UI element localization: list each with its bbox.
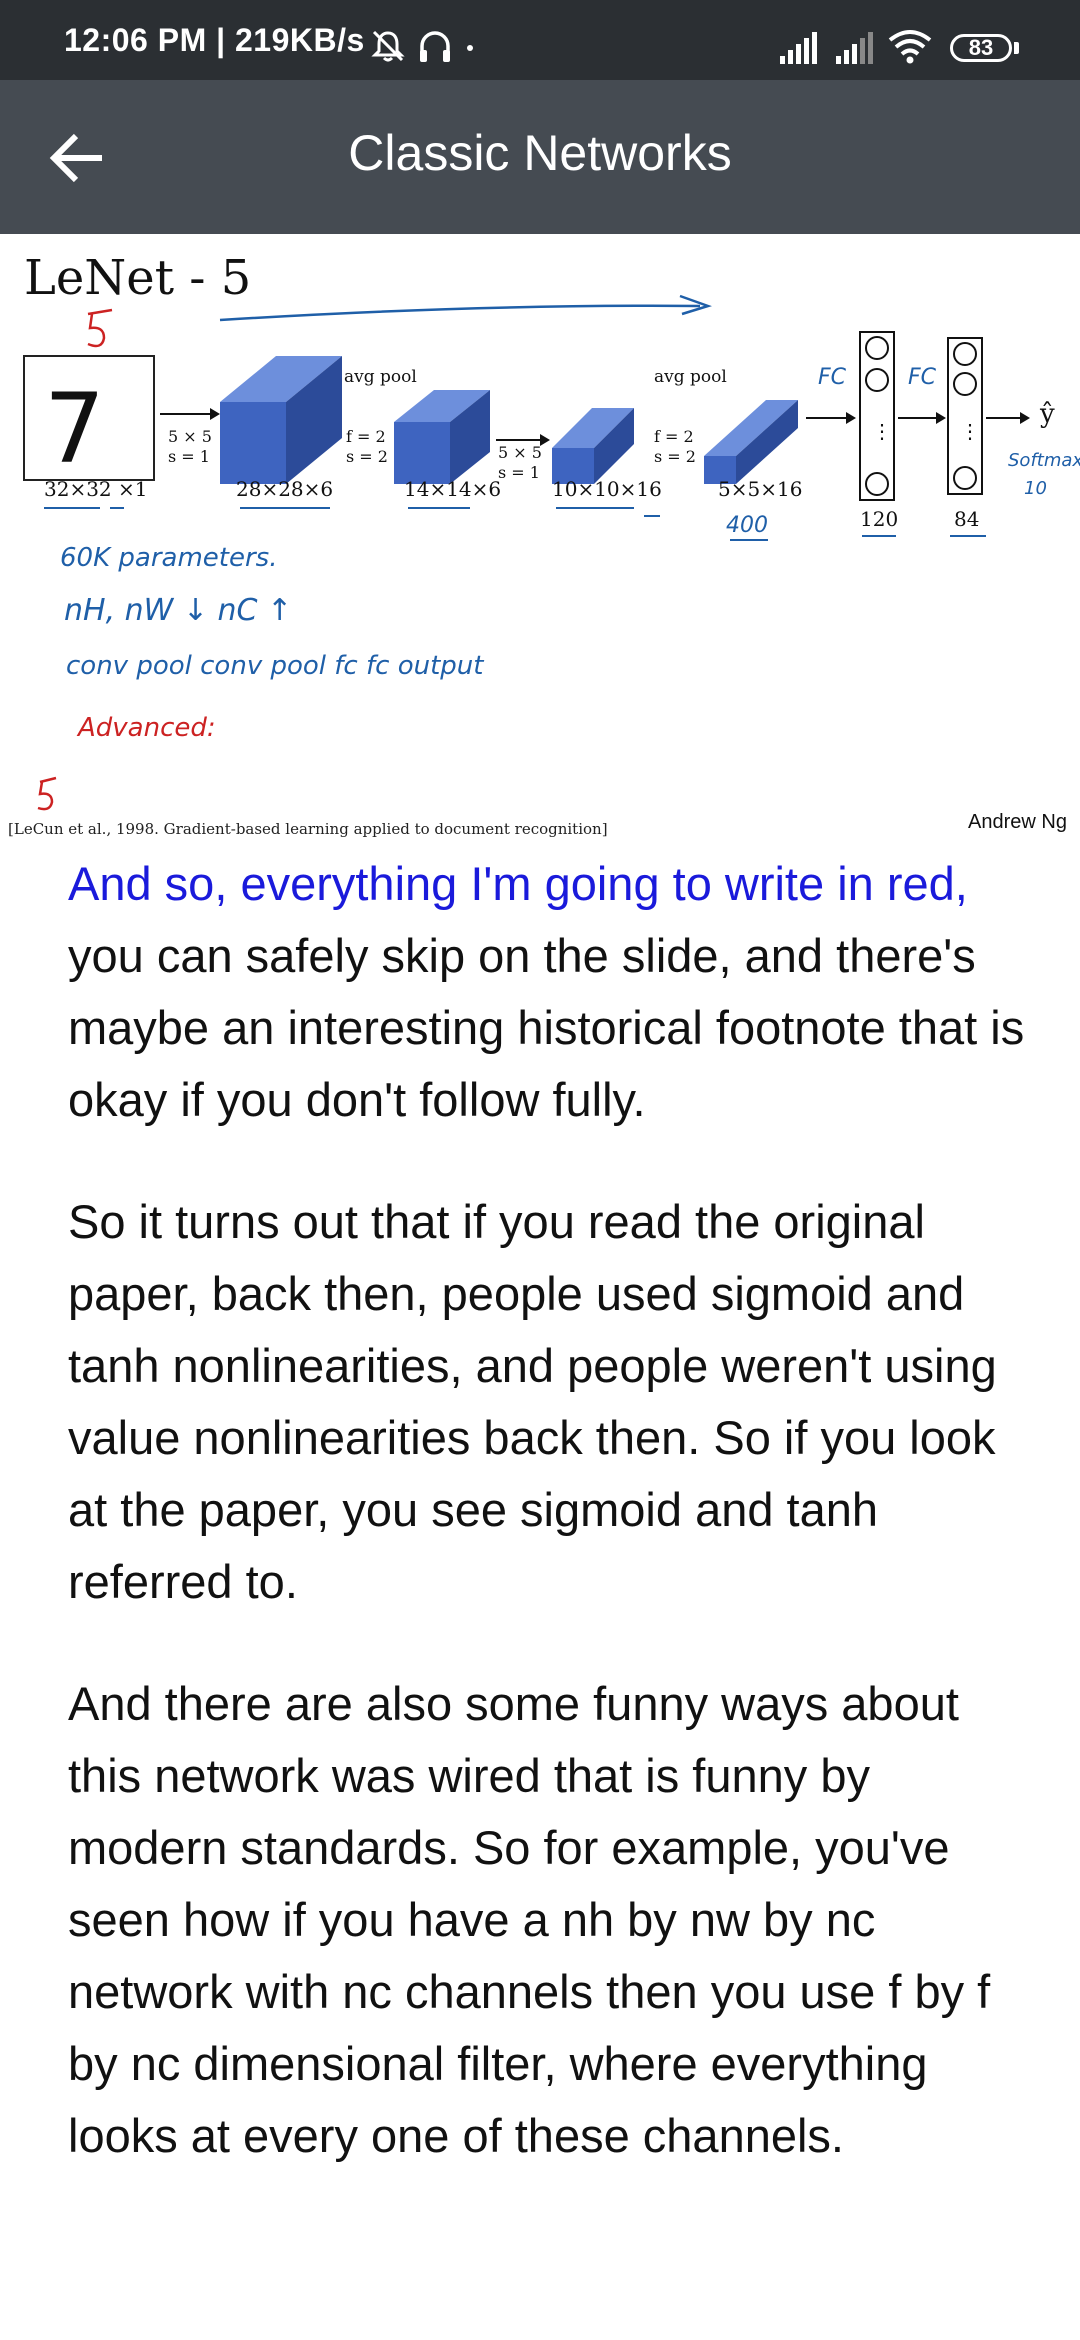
handwritten-advanced: Advanced:: [76, 713, 216, 743]
handwritten-fc1: FC: [818, 365, 847, 390]
status-time: 12:06 PM | 219KB/s: [64, 22, 365, 58]
input-size-label: 32×32 ×1: [44, 477, 148, 501]
signal-icon-2: [836, 32, 873, 64]
conv1-volume: [220, 356, 342, 484]
fc1-size: 120: [860, 507, 898, 531]
conv1-filter: 5 × 5: [168, 427, 212, 446]
svg-text:⋮: ⋮: [960, 421, 980, 443]
headphones-icon: [420, 31, 450, 62]
transcript-paragraph-1: And so, everything I'm going to write in…: [68, 848, 1028, 1136]
conv1-stride: s = 1: [168, 447, 210, 466]
svg-text:⋮: ⋮: [872, 421, 892, 443]
battery-tip: [1014, 42, 1019, 54]
slide-title: LeNet - 5: [24, 250, 251, 306]
conv2-volume: [552, 408, 634, 484]
pool2-title: avg pool: [654, 367, 727, 387]
handwritten-400: 400: [726, 513, 768, 538]
author-name: Andrew Ng: [968, 811, 1067, 833]
pool2-volume: [704, 400, 798, 484]
handwritten-10: 10: [1024, 478, 1047, 499]
transcript-paragraph-2[interactable]: So it turns out that if you read the ori…: [68, 1186, 1028, 1618]
handwritten-fc2: FC: [908, 365, 937, 390]
mute-bell-icon: [371, 30, 405, 62]
fc2-size: 84: [954, 507, 979, 531]
handwritten-params: 60K parameters.: [60, 543, 277, 573]
lecture-slide: LeNet - 5 7 32×32 ×1 5 × 5 s = 1 28×28×6…: [0, 234, 1080, 848]
transcript: And so, everything I'm going to write in…: [68, 848, 1028, 2222]
dot-icon: [467, 45, 473, 51]
lenet-diagram: LeNet - 5 7 32×32 ×1 5 × 5 s = 1 28×28×6…: [8, 250, 1080, 838]
fc2-layer: ⋮: [947, 337, 983, 495]
conv2-size: 10×10×16: [552, 477, 662, 501]
status-bar: 12:06 PM | 219KB/s 83: [0, 0, 1080, 80]
output-yhat: ŷ: [1039, 399, 1055, 429]
wifi-icon: [888, 30, 932, 64]
app-bar: Classic Networks: [0, 80, 1080, 234]
conv1-size: 28×28×6: [236, 477, 333, 501]
pool1-filter: f = 2: [346, 427, 386, 446]
citation: [LeCun et al., 1998. Gradient-based lear…: [8, 820, 608, 838]
transcript-text: you can safely skip on the slide, and th…: [68, 929, 1025, 1126]
pool2-stride: s = 2: [654, 447, 696, 466]
fc1-layer: ⋮: [859, 331, 895, 501]
battery-level: 83: [968, 35, 994, 60]
transcript-paragraph-3[interactable]: And there are also some funny ways about…: [68, 1668, 1028, 2172]
pool1-volume: [394, 390, 490, 484]
battery-icon: 83: [950, 34, 1012, 62]
handwritten-dims: nH, nW ↓ nC ↑: [64, 593, 292, 628]
input-digit: 7: [44, 373, 105, 485]
handwritten-sequence: conv pool conv pool fc fc output: [66, 651, 484, 681]
pool1-stride: s = 2: [346, 447, 388, 466]
highlighted-sentence[interactable]: And so, everything I'm going to write in…: [68, 857, 968, 910]
pool1-size: 14×14×6: [404, 477, 501, 501]
pool2-filter: f = 2: [654, 427, 694, 446]
pool2-size: 5×5×16: [718, 477, 802, 501]
handwritten-softmax: Softmax: [1008, 450, 1080, 471]
signal-icon: [780, 32, 817, 64]
pool1-title: avg pool: [344, 367, 417, 387]
conv2-stride: s = 1: [498, 463, 540, 482]
conv2-filter: 5 × 5: [498, 443, 542, 462]
page-title: Classic Networks: [348, 125, 732, 181]
